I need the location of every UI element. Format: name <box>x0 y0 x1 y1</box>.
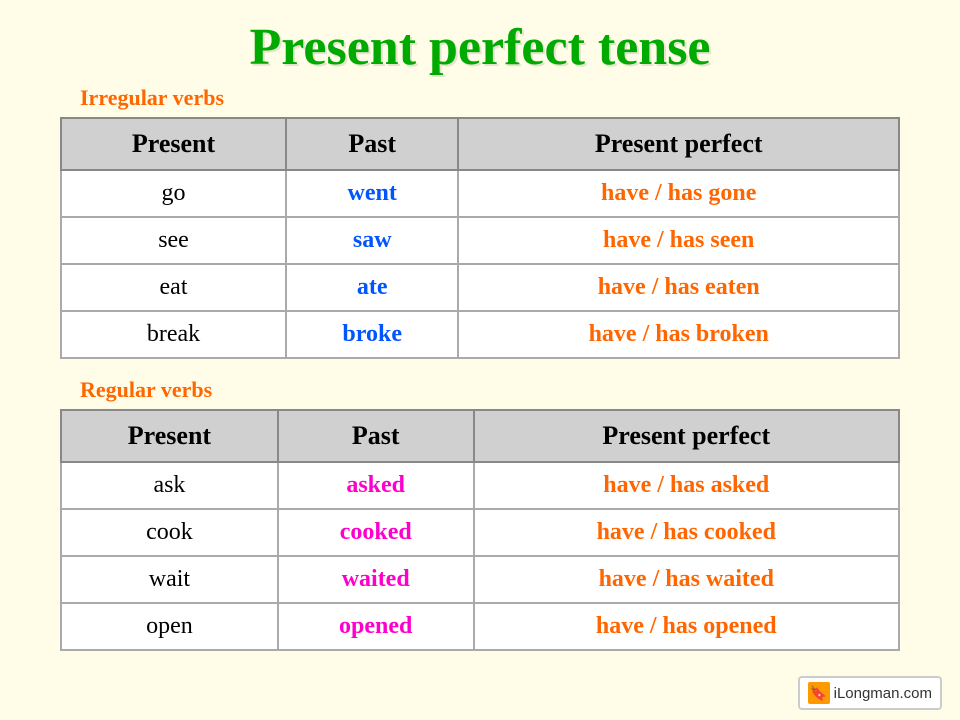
table-row: gowenthave / has gone <box>61 170 899 217</box>
regular-perfect-2: have / has waited <box>474 556 900 603</box>
regular-verbs-table: Present Past Present perfect askaskedhav… <box>60 409 900 651</box>
irregular-perfect-2: have / has eaten <box>458 264 899 311</box>
regular-perfect-3: have / has opened <box>474 603 900 650</box>
regular-present-1: cook <box>61 509 278 556</box>
table-row: eatatehave / has eaten <box>61 264 899 311</box>
regular-perfect-0: have / has asked <box>474 462 900 509</box>
regular-perfect-1: have / has cooked <box>474 509 900 556</box>
irregular-past-1: saw <box>286 217 458 264</box>
irregular-header-past: Past <box>286 118 458 170</box>
regular-header-perfect: Present perfect <box>474 410 900 462</box>
irregular-past-3: broke <box>286 311 458 358</box>
table-row: openopenedhave / has opened <box>61 603 899 650</box>
table-row: seesawhave / has seen <box>61 217 899 264</box>
table-row: breakbrokehave / has broken <box>61 311 899 358</box>
irregular-present-2: eat <box>61 264 286 311</box>
watermark: 🔖 iLongman.com <box>798 676 942 710</box>
regular-past-0: asked <box>278 462 474 509</box>
regular-past-3: opened <box>278 603 474 650</box>
irregular-past-2: ate <box>286 264 458 311</box>
irregular-perfect-1: have / has seen <box>458 217 899 264</box>
irregular-past-0: went <box>286 170 458 217</box>
irregular-table-wrapper: Present Past Present perfect gowenthave … <box>60 117 900 359</box>
table-row: askaskedhave / has asked <box>61 462 899 509</box>
irregular-perfect-0: have / has gone <box>458 170 899 217</box>
watermark-icon: 🔖 <box>808 682 830 704</box>
watermark-text: iLongman.com <box>834 685 932 702</box>
regular-past-2: waited <box>278 556 474 603</box>
page-title: Present perfect tense <box>0 0 960 85</box>
irregular-present-0: go <box>61 170 286 217</box>
regular-header-present: Present <box>61 410 278 462</box>
regular-present-2: wait <box>61 556 278 603</box>
irregular-header-perfect: Present perfect <box>458 118 899 170</box>
regular-verbs-label: Regular verbs <box>80 377 960 403</box>
irregular-verbs-label: Irregular verbs <box>80 85 960 111</box>
irregular-present-1: see <box>61 217 286 264</box>
regular-present-3: open <box>61 603 278 650</box>
irregular-present-3: break <box>61 311 286 358</box>
regular-header-past: Past <box>278 410 474 462</box>
regular-present-0: ask <box>61 462 278 509</box>
table-row: cookcookedhave / has cooked <box>61 509 899 556</box>
irregular-verbs-table: Present Past Present perfect gowenthave … <box>60 117 900 359</box>
regular-past-1: cooked <box>278 509 474 556</box>
regular-table-wrapper: Present Past Present perfect askaskedhav… <box>60 409 900 651</box>
table-row: waitwaitedhave / has waited <box>61 556 899 603</box>
irregular-perfect-3: have / has broken <box>458 311 899 358</box>
irregular-header-present: Present <box>61 118 286 170</box>
